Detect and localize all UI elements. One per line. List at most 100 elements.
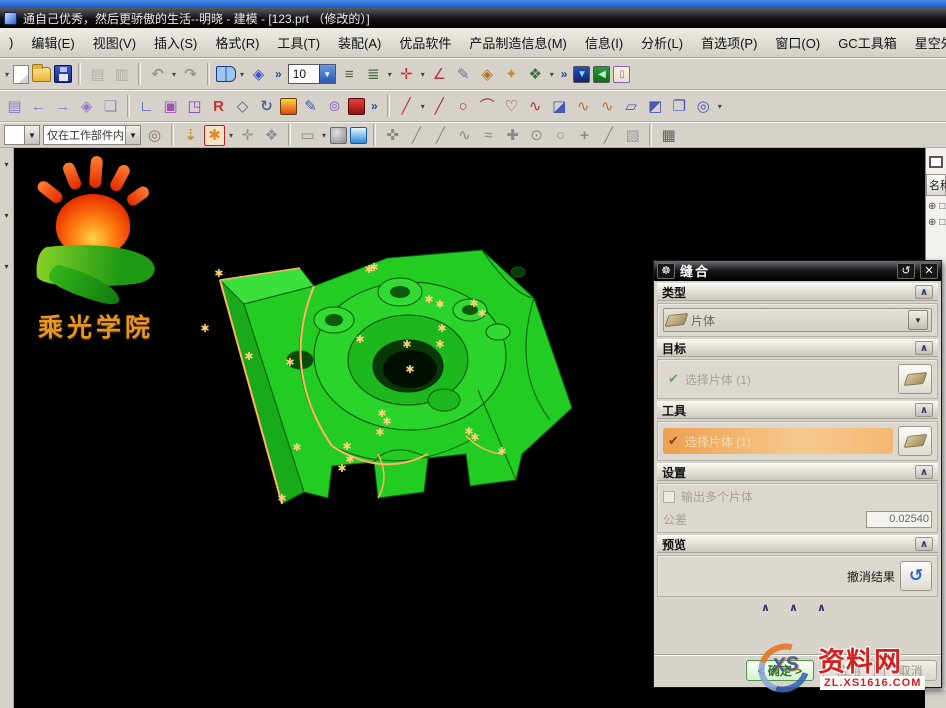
collapse-icon[interactable]: ∧ bbox=[915, 537, 933, 551]
selection-scope-combo[interactable]: 仅在工作部件内▼ bbox=[43, 125, 141, 145]
select-style-caret[interactable]: ▾ bbox=[321, 131, 327, 140]
dialog-gear-icon[interactable]: ☸ bbox=[657, 263, 675, 279]
menu-item-3[interactable]: 插入(S) bbox=[146, 30, 205, 55]
layer-visibility-icon[interactable]: ≣ bbox=[363, 64, 384, 85]
view-caret[interactable]: ▾ bbox=[549, 70, 555, 79]
toolbar-overflow-icon-3[interactable]: » bbox=[368, 99, 381, 113]
section-settings[interactable]: 设置 ∧ bbox=[657, 463, 938, 481]
menu-item-13[interactable]: GC工具箱 bbox=[830, 30, 905, 55]
circle-icon[interactable]: ○ bbox=[453, 96, 474, 117]
object-display-icon[interactable]: ◈ bbox=[477, 64, 498, 85]
bounded-box-icon[interactable]: ◳ bbox=[184, 96, 205, 117]
menu-item-9[interactable]: 信息(I) bbox=[577, 30, 631, 55]
type-dropdown[interactable]: 片体 ▼ bbox=[663, 308, 932, 332]
back-icon[interactable]: ← bbox=[28, 96, 49, 117]
cube-icon[interactable] bbox=[350, 127, 367, 144]
menu-item-8[interactable]: 产品制造信息(M) bbox=[461, 30, 575, 55]
offset-surface-icon[interactable]: ◩ bbox=[645, 96, 666, 117]
dialog-title-bar[interactable]: ☸ 缝合 ↺ ✕ bbox=[654, 261, 941, 281]
tolerance-field[interactable]: 0.02540 bbox=[866, 511, 932, 528]
target-sheet-button[interactable] bbox=[898, 364, 932, 394]
cancel-button[interactable]: 取消 bbox=[884, 660, 937, 681]
paste-icon[interactable]: ▥ bbox=[111, 64, 132, 85]
menu-item-12[interactable]: 窗口(O) bbox=[767, 30, 828, 55]
pan-icon[interactable]: ✜ bbox=[382, 125, 403, 146]
turntable-icon[interactable]: ↻ bbox=[256, 96, 277, 117]
type-filter-combo[interactable]: ▼ bbox=[4, 125, 40, 145]
view-orient-icon[interactable]: ❖ bbox=[525, 64, 546, 85]
snap-intersection-icon[interactable]: ✚ bbox=[502, 125, 523, 146]
point-dialog-icon[interactable]: ✛ bbox=[237, 125, 258, 146]
find-binoculars-icon[interactable]: ◎ bbox=[144, 125, 165, 146]
sheet-list-icon[interactable]: ▤ bbox=[4, 96, 25, 117]
snap-on-curve-icon[interactable]: ∿ bbox=[454, 125, 475, 146]
open-file-icon[interactable] bbox=[32, 67, 51, 82]
measure-box-icon[interactable]: ▣ bbox=[160, 96, 181, 117]
snap-existing-point-icon[interactable]: + bbox=[574, 125, 595, 146]
palette-icon[interactable] bbox=[280, 98, 297, 115]
point-set-icon[interactable]: ❖ bbox=[261, 125, 282, 146]
studio-spline-icon[interactable]: ♡ bbox=[501, 96, 522, 117]
tree-expand-icon[interactable]: ⊕ □ bbox=[926, 196, 946, 212]
menu-item-1[interactable]: 编辑(E) bbox=[23, 30, 82, 55]
curve-caret[interactable]: ▾ bbox=[717, 102, 723, 111]
history-caret[interactable]: ▾ bbox=[239, 70, 245, 79]
sphere-icon[interactable] bbox=[330, 127, 347, 144]
snap-face-icon[interactable]: ▧ bbox=[622, 125, 643, 146]
menu-item-6[interactable]: 装配(A) bbox=[330, 30, 389, 55]
output-multiple-sheets-option[interactable]: 输出多个片体 bbox=[663, 488, 932, 505]
menu-item-10[interactable]: 分析(L) bbox=[633, 30, 691, 55]
history-palette-icon[interactable] bbox=[216, 66, 236, 82]
block-icon[interactable] bbox=[348, 98, 365, 115]
resource-bar-strip[interactable]: ▾▾▾ bbox=[0, 148, 14, 708]
modeling-window-icon[interactable]: ▯ bbox=[613, 66, 630, 83]
snap-point-on-face-icon[interactable]: ╱ bbox=[598, 125, 619, 146]
menu-item-7[interactable]: 优品软件 bbox=[391, 30, 459, 55]
target-select-row[interactable]: ✔ 选择片体 (1) bbox=[663, 366, 893, 392]
edit-csys-icon[interactable]: ✎ bbox=[453, 64, 474, 85]
iso-view-icon[interactable]: ◇ bbox=[232, 96, 253, 117]
collapse-all-strip[interactable]: ∧ ∧ ∧ bbox=[657, 599, 938, 615]
rotate-reference-icon[interactable]: R bbox=[208, 96, 229, 117]
resource-bar-caret[interactable]: ▾ bbox=[4, 160, 8, 169]
section-target[interactable]: 目标 ∧ bbox=[657, 339, 938, 357]
start-module-icon[interactable]: ▼ bbox=[573, 66, 590, 83]
layer-settings-icon[interactable]: ≡ bbox=[339, 64, 360, 85]
resource-bar-caret[interactable]: ▾ bbox=[4, 262, 8, 271]
save-icon[interactable] bbox=[54, 65, 72, 83]
menu-item-4[interactable]: 格式(R) bbox=[207, 30, 267, 55]
arc-icon[interactable]: ⌒ bbox=[477, 96, 498, 117]
helix-icon[interactable]: ∿ bbox=[525, 96, 546, 117]
dialog-close-icon[interactable]: ✕ bbox=[920, 263, 938, 279]
toolbar-options-caret[interactable]: ▾ bbox=[4, 70, 10, 79]
snap-point-icon[interactable]: ✱ bbox=[204, 125, 225, 146]
undo-caret[interactable]: ▾ bbox=[171, 70, 177, 79]
cascade-windows-icon[interactable]: ❏ bbox=[100, 96, 121, 117]
pmi-info-icon[interactable]: ◈ bbox=[248, 64, 269, 85]
snap-center-icon[interactable]: ⊙ bbox=[526, 125, 547, 146]
undo-icon[interactable]: ↶ bbox=[147, 64, 168, 85]
menu-item-5[interactable]: 工具(T) bbox=[269, 30, 328, 55]
apply-button[interactable]: 应用 bbox=[823, 660, 876, 681]
line-icon[interactable]: ╱ bbox=[396, 96, 417, 117]
menu-item-11[interactable]: 首选项(P) bbox=[693, 30, 765, 55]
swept-surface-icon[interactable]: ▱ bbox=[621, 96, 642, 117]
project-curve-icon[interactable]: ∿ bbox=[573, 96, 594, 117]
show-bodies-icon[interactable]: ⊚ bbox=[324, 96, 345, 117]
snap-gravity-icon[interactable]: ⇣ bbox=[180, 125, 201, 146]
tool-select-row[interactable]: ✔ 选择片体 (1) bbox=[663, 428, 893, 454]
dropdown-arrow-icon[interactable]: ▼ bbox=[908, 310, 928, 330]
collapse-icon[interactable]: ∧ bbox=[915, 465, 933, 479]
toolbar-overflow-icon-1[interactable]: » bbox=[272, 67, 285, 81]
menu-item-14[interactable]: 星空外挂 V6.935F bbox=[907, 30, 946, 55]
snap-quadrant-icon[interactable]: ○ bbox=[550, 125, 571, 146]
snap-midpoint-icon[interactable]: ╱ bbox=[430, 125, 451, 146]
combine-curve-icon[interactable]: ∿ bbox=[597, 96, 618, 117]
cad-model[interactable]: ✱✱✱✱✱✱✱✱✱✱✱✱✱✱✱✱✱✱✱✱✱✱✱✱✱✱ bbox=[182, 240, 582, 520]
measure-icon[interactable]: ∟ bbox=[136, 96, 157, 117]
rectangle-select-icon[interactable]: ▭ bbox=[297, 125, 318, 146]
datum-csys-icon[interactable]: ∠ bbox=[429, 64, 450, 85]
ruled-surface-icon[interactable]: ◪ bbox=[549, 96, 570, 117]
layer-caret[interactable]: ▾ bbox=[387, 70, 393, 79]
edit-object-display-icon[interactable]: ✎ bbox=[300, 96, 321, 117]
